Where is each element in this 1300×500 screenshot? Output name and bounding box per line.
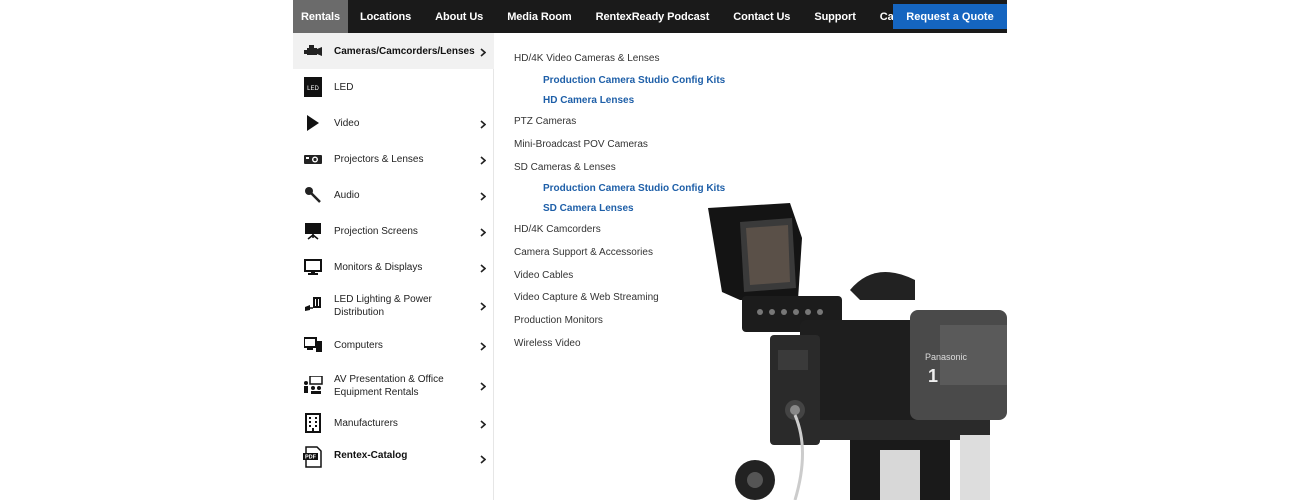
sidebar-item-monitors[interactable]: Monitors & Displays (293, 249, 494, 285)
submenu-child-link[interactable]: SD Camera Lenses (543, 203, 634, 214)
nav-locations[interactable]: Locations (348, 0, 423, 33)
submenu-link[interactable]: Camera Support & Accessories (514, 247, 653, 258)
sidebar-item-projectors[interactable]: Projectors & Lenses (293, 141, 494, 177)
sidebar-item-label: Projectors & Lenses (334, 154, 424, 165)
chevron-right-icon (479, 341, 487, 351)
led-panel-icon: LED (303, 77, 323, 97)
sidebar-item-label: Computers (334, 340, 383, 351)
presentation-icon (303, 375, 323, 395)
projection-screen-icon (303, 221, 323, 241)
sidebar-item-manufacturers[interactable]: Manufacturers (293, 405, 494, 441)
chevron-right-icon (479, 263, 487, 273)
nav-support[interactable]: Support (802, 0, 867, 33)
sidebar-item-video[interactable]: Video (293, 105, 494, 141)
building-icon (303, 413, 323, 433)
nav-about-us[interactable]: About Us (423, 0, 495, 33)
chevron-right-icon (479, 191, 487, 201)
svg-text:PDF: PDF (305, 455, 317, 461)
camera-brand-text: Panasonic (925, 352, 968, 362)
submenu-link[interactable]: Video Cables (514, 270, 573, 281)
pdf-icon: PDF (303, 446, 323, 468)
computer-icon (303, 335, 323, 355)
submenu-link[interactable]: Mini-Broadcast POV Cameras (514, 139, 648, 150)
sidebar-item-label: LED Lighting & Power Distribution (334, 294, 432, 318)
chevron-right-icon (479, 454, 487, 464)
nav-contact-us[interactable]: Contact Us (721, 0, 802, 33)
submenu-link[interactable]: SD Cameras & Lenses (514, 162, 616, 173)
broadcast-camera-image: Panasonic 1 (700, 200, 1007, 500)
submenu-link[interactable]: Video Capture & Web Streaming (514, 292, 659, 303)
monitor-icon (303, 257, 323, 277)
light-power-icon (303, 295, 323, 315)
sidebar-item-label: Projection Screens (334, 226, 418, 237)
submenu-child-link[interactable]: Production Camera Studio Config Kits (543, 75, 725, 86)
projector-icon (303, 149, 323, 169)
sidebar-item-av-presentation[interactable]: AV Presentation & Office Equipment Renta… (293, 365, 494, 405)
sidebar-item-label: LED (334, 82, 354, 93)
sidebar-item-label: Manufacturers (334, 418, 398, 429)
sidebar-item-label: Audio (334, 190, 360, 201)
submenu-child-link[interactable]: HD Camera Lenses (543, 95, 634, 106)
category-sidebar: Cameras/Camcorders/Lenses LED LED Video … (293, 33, 494, 500)
request-quote-button[interactable]: Request a Quote (893, 4, 1007, 29)
submenu-link[interactable]: PTZ Cameras (514, 116, 576, 127)
sidebar-item-label: Cameras/Camcorders/Lenses (334, 46, 475, 57)
chevron-right-icon (479, 155, 487, 165)
sidebar-item-label: AV Presentation & Office Equipment Renta… (334, 374, 444, 398)
sidebar-item-label: Monitors & Displays (334, 262, 423, 273)
submenu-link[interactable]: HD/4K Video Cameras & Lenses (514, 53, 659, 64)
submenu-link[interactable]: Production Monitors (514, 315, 603, 326)
nav-podcast[interactable]: RentexReady Podcast (584, 0, 722, 33)
submenu-link[interactable]: Wireless Video (514, 338, 581, 349)
top-nav: Rentals Locations About Us Media Room Re… (293, 0, 1007, 33)
play-icon (303, 113, 323, 133)
sidebar-item-label: Rentex-Catalog (334, 450, 408, 461)
chevron-right-icon (479, 419, 487, 429)
sidebar-item-led-lighting[interactable]: LED Lighting & Power Distribution (293, 285, 494, 325)
chevron-right-icon (479, 47, 487, 57)
camera-number-text: 1 (928, 366, 938, 386)
sidebar-item-led[interactable]: LED LED (293, 69, 494, 105)
chevron-right-icon (479, 301, 487, 311)
sidebar-item-computers[interactable]: Computers (293, 325, 494, 365)
nav-media-room[interactable]: Media Room (495, 0, 583, 33)
sidebar-item-audio[interactable]: Audio (293, 177, 494, 213)
chevron-right-icon (479, 119, 487, 129)
nav-rentals[interactable]: Rentals (293, 0, 349, 33)
chevron-right-icon (479, 381, 487, 391)
submenu-link[interactable]: HD/4K Camcorders (514, 224, 601, 235)
chevron-right-icon (479, 227, 487, 237)
camcorder-icon (303, 41, 323, 61)
sidebar-item-projection-screens[interactable]: Projection Screens (293, 213, 494, 249)
sidebar-item-label: Video (334, 118, 360, 129)
svg-text:LED: LED (307, 86, 319, 92)
submenu-child-link[interactable]: Production Camera Studio Config Kits (543, 183, 725, 194)
microphone-icon (303, 185, 323, 205)
sidebar-item-rentex-catalog[interactable]: PDF Rentex-Catalog (293, 441, 494, 481)
sidebar-item-cameras[interactable]: Cameras/Camcorders/Lenses (293, 33, 494, 69)
